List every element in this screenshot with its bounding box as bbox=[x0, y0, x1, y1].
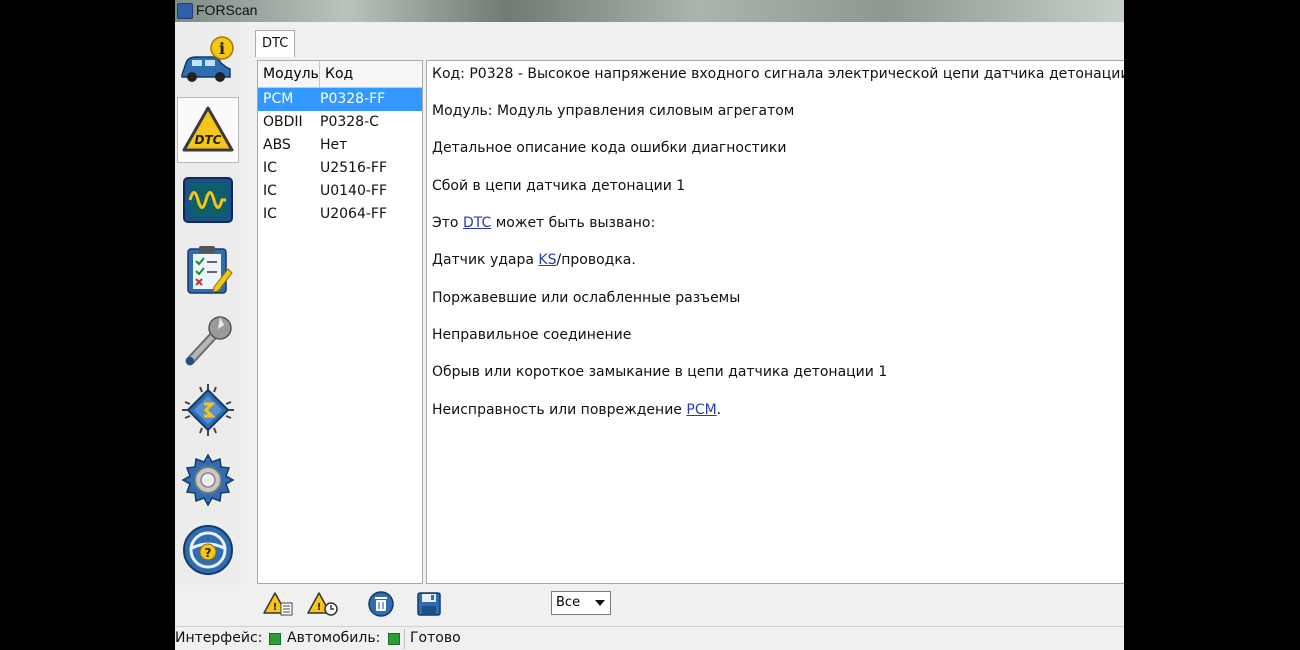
wrench-icon bbox=[185, 316, 232, 366]
save-icon bbox=[417, 592, 441, 616]
cause-item-prefix: Неисправность или повреждение bbox=[432, 402, 687, 418]
pcm-link[interactable]: PCM bbox=[686, 402, 716, 418]
table-row[interactable]: IC U0140-FF bbox=[258, 180, 422, 203]
sidebar-item-dtc[interactable]: DTC bbox=[177, 97, 239, 163]
tab-bar: DTC bbox=[255, 30, 296, 57]
sidebar-item-vehicle-info[interactable]: i bbox=[177, 27, 239, 93]
vehicle-info-icon: i bbox=[181, 36, 234, 82]
sidebar-item-configuration[interactable] bbox=[177, 377, 239, 443]
dtc-code-title: Код: P0328 - Высокое напряжение входного… bbox=[432, 66, 1124, 82]
table-row[interactable]: ABS Нет bbox=[258, 134, 422, 157]
sidebar: i DTC ? bbox=[175, 23, 241, 585]
description-heading: Детальное описание кода ошибки диагности… bbox=[432, 140, 787, 156]
read-dtc-button[interactable]: ! bbox=[260, 589, 298, 619]
clear-dtc-button[interactable] bbox=[362, 589, 400, 619]
vehicle-status-indicator bbox=[388, 633, 400, 645]
dtc-table: Модуль Код PCM P0328-FF OBDII P0328-C AB… bbox=[257, 60, 423, 584]
table-row[interactable]: IC U2516-FF bbox=[258, 157, 422, 180]
cause-item-suffix: /проводка. bbox=[556, 252, 636, 268]
sidebar-item-settings[interactable] bbox=[177, 447, 239, 513]
cell-code: U2064-FF bbox=[320, 206, 388, 222]
table-header: Модуль Код bbox=[258, 61, 422, 88]
cell-code: Нет bbox=[320, 137, 348, 153]
vehicle-label: Автомобиль: bbox=[287, 630, 381, 646]
cause-item: Неправильное соединение bbox=[432, 327, 632, 343]
table-row[interactable]: OBDII P0328-C bbox=[258, 111, 422, 134]
cause-item-prefix: Датчик удара bbox=[432, 252, 539, 268]
tab-dtc[interactable]: DTC bbox=[255, 30, 296, 57]
oscilloscope-icon bbox=[183, 177, 233, 223]
cell-code: U2516-FF bbox=[320, 160, 388, 176]
dtc-freeze-frame-icon: ! bbox=[307, 592, 338, 616]
table-row[interactable]: PCM P0328-FF bbox=[258, 88, 422, 111]
help-icon: ? bbox=[183, 525, 233, 575]
gear-icon bbox=[181, 453, 235, 507]
cause-intro: Это DTC может быть вызвано: bbox=[432, 215, 655, 231]
status-divider bbox=[404, 629, 405, 649]
svg-text:i: i bbox=[219, 39, 225, 58]
dtc-module-line: Модуль: Модуль управления силовым агрега… bbox=[432, 103, 795, 119]
cause-item-suffix: . bbox=[716, 402, 722, 418]
title-bar: FORScan bbox=[175, 0, 1124, 22]
cell-module: PCM bbox=[263, 91, 294, 107]
cause-item: Обрыв или короткое замыкание в цепи датч… bbox=[432, 364, 888, 380]
svg-text:?: ? bbox=[205, 546, 212, 560]
cell-module: IC bbox=[263, 206, 277, 222]
clear-dtc-icon bbox=[368, 591, 394, 617]
sidebar-item-tests[interactable] bbox=[177, 237, 239, 303]
cell-module: ABS bbox=[263, 137, 291, 153]
cause-item: Поржавевшие или ослабленные разъемы bbox=[432, 290, 741, 306]
cell-module: OBDII bbox=[263, 114, 303, 130]
cause-intro-suffix: может быть вызвано: bbox=[491, 215, 656, 231]
cause-item: Датчик удара KS/проводка. bbox=[432, 252, 636, 268]
svg-text:!: ! bbox=[273, 602, 278, 613]
checklist-icon bbox=[187, 246, 233, 294]
interface-label: Интерфейс: bbox=[175, 630, 263, 646]
ks-link[interactable]: KS bbox=[538, 252, 556, 268]
cause-intro-prefix: Это bbox=[432, 215, 463, 231]
cell-code: P0328-C bbox=[320, 114, 379, 130]
chip-icon bbox=[182, 384, 234, 436]
sidebar-item-help[interactable]: ? bbox=[177, 517, 239, 583]
column-header-code[interactable]: Код bbox=[320, 61, 422, 87]
cell-module: IC bbox=[263, 183, 277, 199]
description-text: Сбой в цепи датчика детонации 1 bbox=[432, 178, 686, 194]
status-bar: Интерфейс: Автомобиль: Готово bbox=[175, 626, 1124, 650]
app-window: FORScan i DTC ? DTC Модуль Код PCM P0328… bbox=[175, 0, 1124, 650]
status-text: Готово bbox=[410, 630, 461, 646]
sidebar-item-oscilloscope[interactable] bbox=[177, 167, 239, 233]
cause-item: Неисправность или повреждение PCM. bbox=[432, 402, 721, 418]
dtc-filter-value: Все bbox=[556, 595, 581, 610]
cell-module: IC bbox=[263, 160, 277, 176]
cell-code: P0328-FF bbox=[320, 91, 386, 107]
dtc-filter-select[interactable]: Все bbox=[551, 591, 611, 615]
table-row[interactable]: IC U2064-FF bbox=[258, 203, 422, 226]
dtc-details-panel: Код: P0328 - Высокое напряжение входного… bbox=[426, 60, 1124, 584]
svg-text:!: ! bbox=[317, 602, 322, 613]
save-button[interactable] bbox=[410, 589, 448, 619]
chevron-down-icon[interactable] bbox=[592, 594, 608, 612]
column-header-module[interactable]: Модуль bbox=[258, 61, 320, 87]
read-dtc-icon: ! bbox=[263, 592, 293, 616]
sidebar-item-service[interactable] bbox=[177, 307, 239, 373]
freeze-frame-button[interactable]: ! bbox=[304, 589, 342, 619]
window-title: FORScan bbox=[196, 2, 258, 18]
forscan-app-icon bbox=[177, 3, 193, 19]
dtc-warning-icon: DTC bbox=[182, 106, 234, 152]
interface-status-indicator bbox=[269, 633, 281, 645]
svg-text:DTC: DTC bbox=[195, 133, 222, 147]
dtc-link[interactable]: DTC bbox=[463, 215, 491, 231]
cell-code: U0140-FF bbox=[320, 183, 388, 199]
